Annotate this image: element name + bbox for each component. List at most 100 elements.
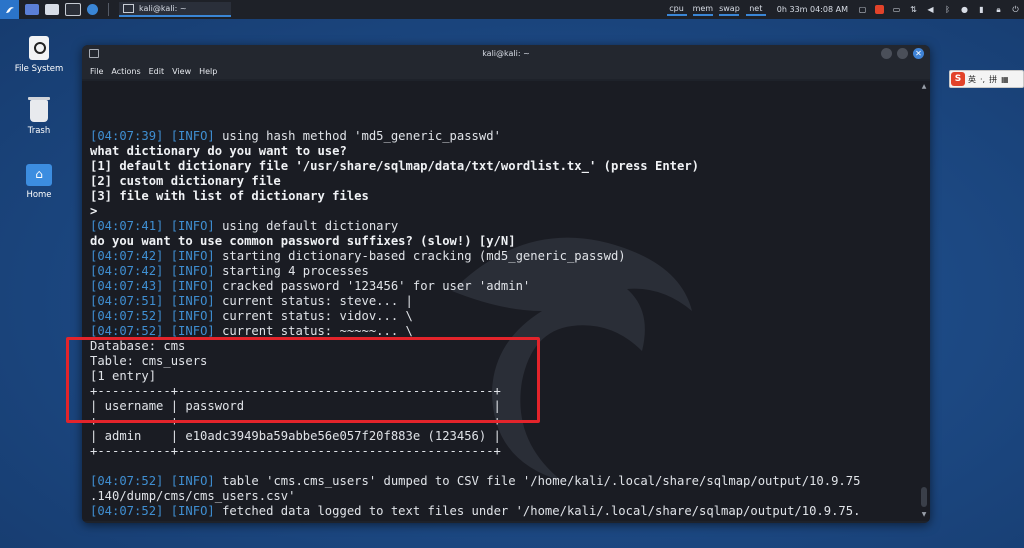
scroll-up-arrow-icon[interactable]: ▲ [920,83,928,91]
prompt-text: [1] default dictionary file '/usr/share/… [90,159,700,173]
notification-bell-icon[interactable]: ● [960,5,969,14]
battery-icon[interactable]: ▮ [977,5,986,14]
log-message: current status: vidov... \ [214,309,413,323]
log-timestamp: [04:07:52] [90,474,164,488]
net-monitor[interactable]: net [743,0,769,19]
workspace-icon[interactable] [25,4,39,15]
menu-actions[interactable]: Actions [111,67,140,76]
drive-icon [29,36,49,60]
desktop-icon-label: File System [14,64,64,74]
prompt-text: [3] file with list of dictionary files [90,189,369,203]
output-text: | admin | e10adc3949ba59abbe56e057f20f88… [90,429,501,443]
terminal-output[interactable]: [04:07:39] [INFO] using hash method 'md5… [82,81,918,521]
menu-edit[interactable]: Edit [149,67,165,76]
minimize-button[interactable] [881,48,892,59]
lock-icon[interactable]: 🔒︎ [994,5,1003,14]
log-message: fetched data logged to text files under … [214,504,861,518]
ime-mode[interactable]: 英 [968,74,976,85]
net-label: net [749,3,763,13]
ime-punct[interactable]: ·, [980,75,985,84]
terminal-line: [04:07:41] [INFO] using default dictiona… [90,219,918,234]
terminal-line: 140' [90,519,918,521]
ime-logo-icon: S [951,72,965,86]
highlight-box [66,337,540,423]
home-folder-icon [26,164,52,186]
ime-grid-icon[interactable]: ▦ [1001,75,1009,84]
scroll-down-arrow-icon[interactable]: ▼ [920,511,928,519]
ime-input[interactable]: 拼 [989,74,997,85]
input-method-toolbar[interactable]: S 英 ·, 拼 ▦ [949,70,1024,88]
output-text: +----------+----------------------------… [90,444,501,458]
log-timestamp: [04:07:52] [90,504,164,518]
desktop-icon-home[interactable]: Home [4,164,74,200]
log-level-info: [INFO] [170,129,215,143]
scrollbar-thumb[interactable] [921,487,927,507]
terminal-line: [04:07:39] [INFO] using hash method 'md5… [90,129,918,144]
log-level-info: [INFO] [170,294,215,308]
cpu-label: cpu [669,3,684,13]
kali-menu-icon[interactable] [0,0,19,19]
log-level-info: [INFO] [170,504,215,518]
log-message: starting 4 processes [214,264,369,278]
terminal-line: | admin | e10adc3949ba59abbe56e057f20f88… [90,429,918,444]
time-text: 04:08 AM [810,5,848,14]
menu-view[interactable]: View [172,67,191,76]
window-titlebar[interactable]: kali@kali: ~ ✕ [82,45,930,63]
swap-label: swap [719,3,740,13]
log-level-info: [INFO] [170,219,215,233]
power-icon[interactable]: ⏻ [1011,5,1020,14]
menu-file[interactable]: File [90,67,103,76]
browser-icon[interactable] [87,4,98,15]
cpu-monitor[interactable]: cpu [664,0,690,19]
log-message: using hash method 'md5_generic_passwd' [214,129,501,143]
terminal-line: > [90,204,918,219]
desktop-icon-file-system[interactable]: File System [4,36,74,74]
output-text: 140' [90,519,119,521]
mem-label: mem [692,3,714,13]
terminal-scrollbar[interactable]: ▲ ▼ [918,81,930,521]
menu-bar: File Actions Edit View Help [82,63,930,79]
log-message: cracked password '123456' for user 'admi… [214,279,531,293]
terminal-icon [123,4,134,13]
terminal-line: do you want to use common password suffi… [90,234,918,249]
app-tray-icon[interactable] [875,5,884,14]
log-message: current status: ~~~~~... \ [214,324,413,338]
terminal-window[interactable]: kali@kali: ~ ✕ File Actions Edit View He… [82,45,930,523]
notes-icon[interactable]: ▢ [858,5,867,14]
log-level-info: [INFO] [170,309,215,323]
terminal-line: [04:07:42] [INFO] starting dictionary-ba… [90,249,918,264]
terminal-line: [3] file with list of dictionary files [90,189,918,204]
terminal-icon [89,49,99,58]
log-timestamp: [04:07:42] [90,264,164,278]
network-icon[interactable]: ⇅ [909,5,918,14]
log-level-info: [INFO] [170,324,215,338]
file-manager-icon[interactable] [45,4,59,15]
desktop-icon-trash[interactable]: Trash [4,97,74,136]
volume-icon[interactable]: ◀ [926,5,935,14]
clipboard-icon[interactable]: ▭ [892,5,901,14]
bluetooth-icon[interactable]: ᛒ [943,5,952,14]
taskbar-task-terminal[interactable]: kali@kali: ~ [119,2,231,17]
swap-monitor[interactable]: swap [716,0,743,19]
close-button[interactable]: ✕ [913,48,924,59]
clock[interactable]: 0h 33m 04:08 AM [777,5,848,14]
terminal-launcher-icon[interactable] [65,3,81,16]
menu-help[interactable]: Help [199,67,217,76]
log-level-info: [INFO] [170,279,215,293]
mem-monitor[interactable]: mem [690,0,717,19]
log-level-info: [INFO] [170,264,215,278]
terminal-line: [04:07:43] [INFO] cracked password '1234… [90,279,918,294]
desktop-icon-label: Home [26,190,52,200]
prompt-text: what dictionary do you want to use? [90,144,347,158]
maximize-button[interactable] [897,48,908,59]
prompt-text: > [90,204,98,218]
terminal-line: [2] custom dictionary file [90,174,918,189]
prompt-text: do you want to use common password suffi… [90,234,516,248]
terminal-line: [1] default dictionary file '/usr/share/… [90,159,918,174]
terminal-line: [04:07:51] [INFO] current status: steve.… [90,294,918,309]
log-timestamp: [04:07:51] [90,294,164,308]
log-timestamp: [04:07:41] [90,219,164,233]
output-text: .140/dump/cms/cms_users.csv' [90,489,296,503]
log-timestamp: [04:07:39] [90,129,164,143]
